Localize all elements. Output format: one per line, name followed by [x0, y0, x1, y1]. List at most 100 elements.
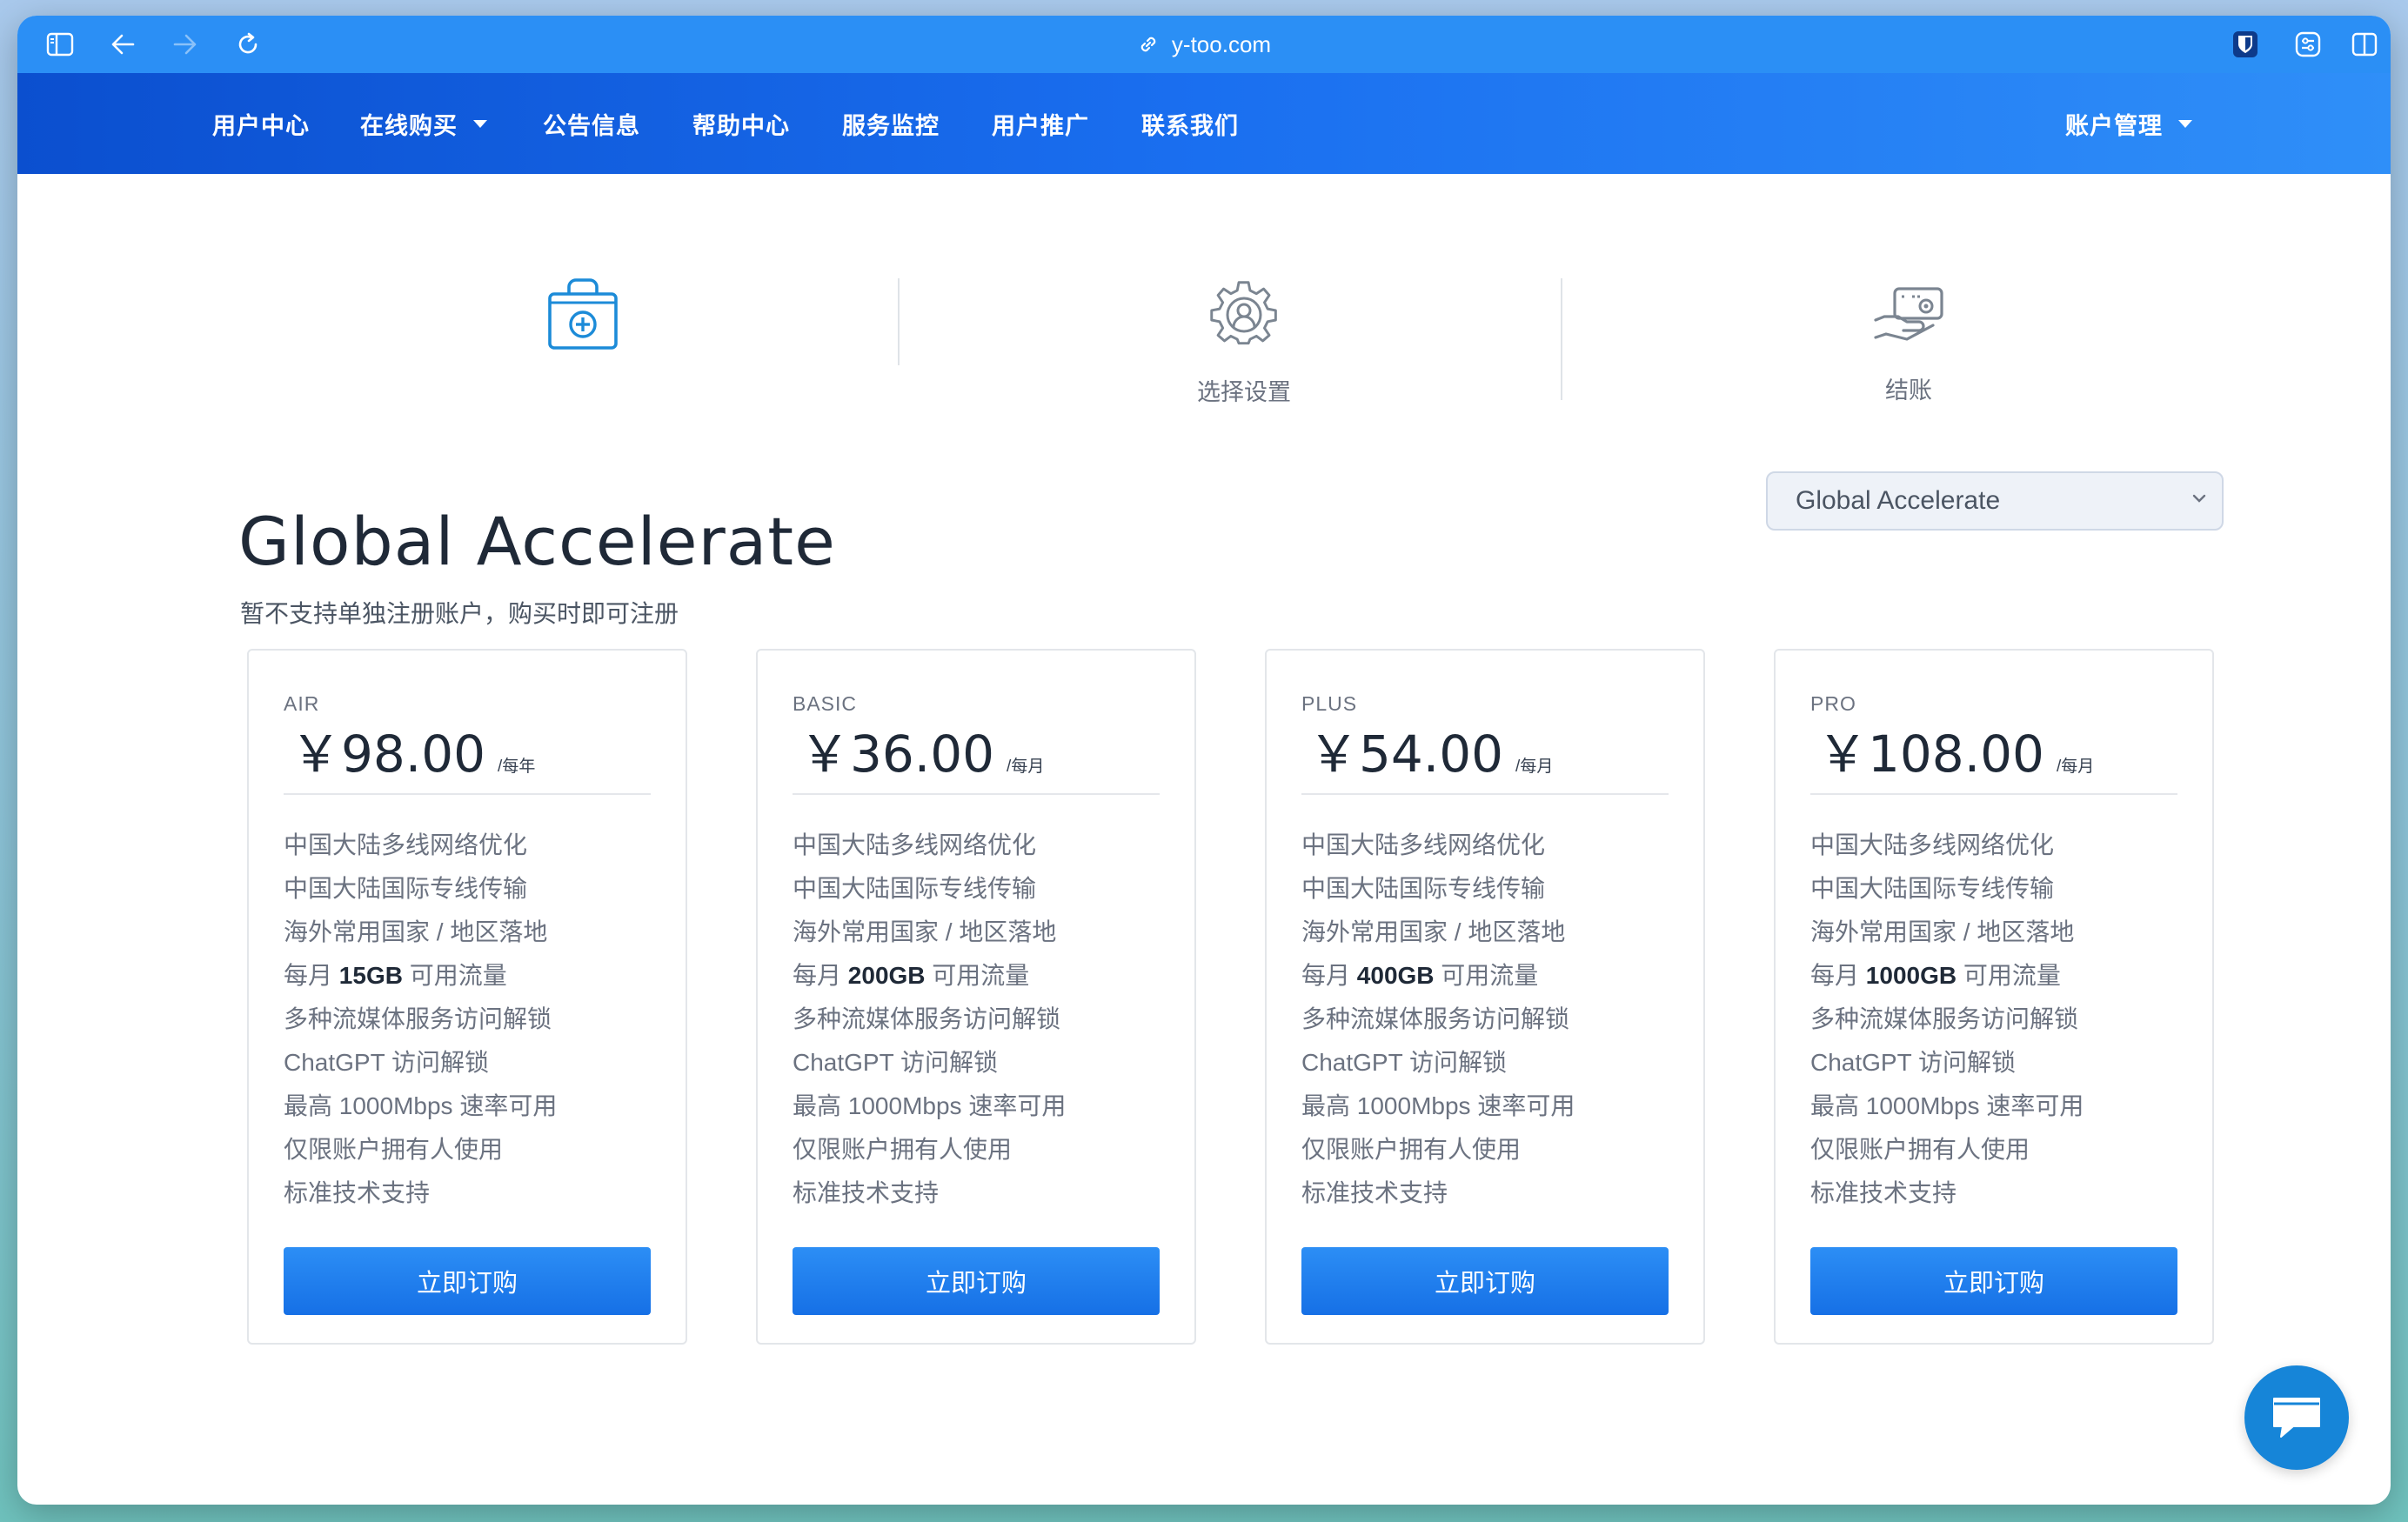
step-checkout: 结账: [1778, 285, 2039, 405]
plan-price-row: ￥108.00 /每月: [1817, 713, 2094, 786]
browser-window: y-too.com 用户中心 在线购买 公告信息 帮助中心 服务监控 用户推广 …: [17, 16, 2391, 1505]
plan-card-basic: BASIC ￥36.00 /每月 中国大陆多线网络优化 中国大陆国际专线传输 海…: [756, 649, 1196, 1345]
feature-item: 标准技术支持: [793, 1179, 940, 1206]
feature-traffic-amount: 400GB: [1356, 962, 1435, 989]
feature-item: 海外常用国家 / 地区落地: [793, 918, 1057, 945]
plan-period: /每月: [2056, 758, 2095, 776]
nav-referral[interactable]: 用户推广: [992, 73, 1089, 174]
shopping-bag-plus-icon: [548, 278, 618, 350]
nav-announcements[interactable]: 公告信息: [543, 73, 640, 174]
plan-tier: PRO: [1810, 692, 1856, 715]
live-chat-button[interactable]: [2244, 1365, 2349, 1470]
feature-traffic-prefix: 每月: [284, 962, 333, 989]
gear-user-icon: [1210, 281, 1277, 345]
feature-item: 海外常用国家 / 地区落地: [1301, 918, 1566, 945]
feature-item: 仅限账户拥有人使用: [1301, 1136, 1522, 1163]
plan-price: ￥36.00: [799, 724, 995, 784]
plan-period: /每月: [1007, 758, 1045, 776]
plan-price-row: ￥54.00 /每月: [1308, 713, 1553, 786]
feature-item-traffic: 每月 200GB 可用流量: [793, 957, 1066, 1000]
feature-item: 中国大陆多线网络优化: [284, 831, 528, 858]
back-icon[interactable]: [99, 16, 146, 73]
feature-item: 标准技术支持: [284, 1179, 431, 1206]
feature-item: 中国大陆国际专线传输: [1301, 875, 1546, 902]
feature-item: 标准技术支持: [1810, 1179, 1957, 1206]
nav-contact-us[interactable]: 联系我们: [1141, 73, 1239, 174]
address-bar: y-too.com: [17, 16, 2391, 73]
page-subtitle: 暂不支持单独注册账户，购买时即可注册: [240, 600, 679, 627]
link-icon: [1140, 37, 1156, 52]
plan-card-plus: PLUS ￥54.00 /每月 中国大陆多线网络优化 中国大陆国际专线传输 海外…: [1265, 649, 1705, 1345]
feature-item-traffic: 每月 1000GB 可用流量: [1810, 957, 2084, 1000]
plan-period: /每月: [1515, 758, 1554, 776]
forward-icon[interactable]: [162, 16, 209, 73]
feature-traffic-prefix: 每月: [1810, 962, 1860, 989]
feature-traffic-prefix: 每月: [1301, 962, 1351, 989]
feature-item: 多种流媒体服务访问解锁: [1810, 1005, 2079, 1032]
plan-price: ￥108.00: [1817, 724, 2044, 784]
extension-icon[interactable]: [2284, 16, 2331, 73]
feature-item: 标准技术支持: [1301, 1179, 1448, 1206]
nav-service-monitor[interactable]: 服务监控: [842, 73, 940, 174]
feature-traffic-amount: 1000GB: [1865, 962, 1957, 989]
divider: [284, 793, 651, 795]
url-text[interactable]: y-too.com: [1172, 31, 1271, 58]
nav-account-label: 账户管理: [2065, 112, 2163, 139]
nav-user-center[interactable]: 用户中心: [212, 73, 310, 174]
feature-item: 最高 1000Mbps 速率可用: [793, 1092, 1067, 1119]
feature-item: 仅限账户拥有人使用: [793, 1136, 1013, 1163]
bitwarden-icon[interactable]: [2222, 16, 2269, 73]
plan-period: /每年: [498, 758, 536, 776]
step-choose-product: [522, 277, 644, 375]
order-now-button[interactable]: 立即订购: [284, 1247, 651, 1315]
nav-account-menu[interactable]: 账户管理: [2065, 73, 2192, 174]
feature-item: 中国大陆国际专线传输: [793, 875, 1037, 902]
reload-icon[interactable]: [224, 16, 271, 73]
step-label-settings: 选择设置: [1197, 379, 1291, 405]
feature-item: ChatGPT 访问解锁: [1810, 1049, 2016, 1076]
divider: [793, 793, 1160, 795]
plan-price: ￥98.00: [291, 724, 486, 784]
hand-card-icon: [1874, 287, 1943, 341]
plan-card-pro: PRO ￥108.00 /每月 中国大陆多线网络优化 中国大陆国际专线传输 海外…: [1774, 649, 2214, 1345]
order-now-button[interactable]: 立即订购: [793, 1247, 1160, 1315]
feature-item: 多种流媒体服务访问解锁: [1301, 1005, 1570, 1032]
step-divider: [1561, 278, 1562, 400]
step-divider: [898, 278, 900, 365]
step-choose-settings: 选择设置: [1114, 280, 1375, 407]
feature-item: 中国大陆多线网络优化: [1301, 831, 1546, 858]
feature-item: 多种流媒体服务访问解锁: [793, 1005, 1061, 1032]
divider: [1810, 793, 2177, 795]
nav-help-center[interactable]: 帮助中心: [692, 73, 790, 174]
split-view-icon[interactable]: [2347, 16, 2382, 73]
feature-item-traffic: 每月 400GB 可用流量: [1301, 957, 1575, 1000]
chat-bubble-icon: [2273, 1398, 2320, 1438]
product-group-select[interactable]: Global Accelerate: [1766, 471, 2224, 531]
feature-item: 中国大陆多线网络优化: [793, 831, 1037, 858]
feature-item: ChatGPT 访问解锁: [1301, 1049, 1507, 1076]
plan-features: 中国大陆多线网络优化 中国大陆国际专线传输 海外常用国家 / 地区落地 每月 4…: [1301, 826, 1575, 1218]
feature-traffic-prefix: 每月: [793, 962, 842, 989]
plan-tier: BASIC: [793, 692, 858, 715]
feature-item: 仅限账户拥有人使用: [1810, 1136, 2030, 1163]
browser-toolbar: y-too.com: [17, 16, 2391, 73]
feature-item: 仅限账户拥有人使用: [284, 1136, 504, 1163]
feature-item: 中国大陆国际专线传输: [1810, 875, 2055, 902]
plan-features: 中国大陆多线网络优化 中国大陆国际专线传输 海外常用国家 / 地区落地 每月 2…: [793, 826, 1066, 1218]
plan-price-row: ￥98.00 /每年: [291, 713, 535, 786]
order-now-button[interactable]: 立即订购: [1301, 1247, 1669, 1315]
feature-traffic-suffix: 可用流量: [409, 962, 507, 989]
sidebar-icon[interactable]: [37, 16, 84, 73]
feature-item: 多种流媒体服务访问解锁: [284, 1005, 552, 1032]
site-navbar: 用户中心 在线购买 公告信息 帮助中心 服务监控 用户推广 联系我们 账户管理: [17, 73, 2391, 174]
step-label-checkout: 结账: [1885, 377, 1932, 404]
page-title: Global Accelerate: [238, 503, 836, 580]
plan-price: ￥54.00: [1308, 724, 1504, 784]
plan-card-air: AIR ￥98.00 /每年 中国大陆多线网络优化 中国大陆国际专线传输 海外常…: [247, 649, 687, 1345]
order-now-button[interactable]: 立即订购: [1810, 1247, 2177, 1315]
plan-tier: PLUS: [1301, 692, 1358, 715]
nav-online-purchase-label: 在线购买: [360, 112, 458, 139]
divider: [1301, 793, 1669, 795]
nav-online-purchase[interactable]: 在线购买: [360, 73, 487, 174]
feature-item: 海外常用国家 / 地区落地: [284, 918, 548, 945]
